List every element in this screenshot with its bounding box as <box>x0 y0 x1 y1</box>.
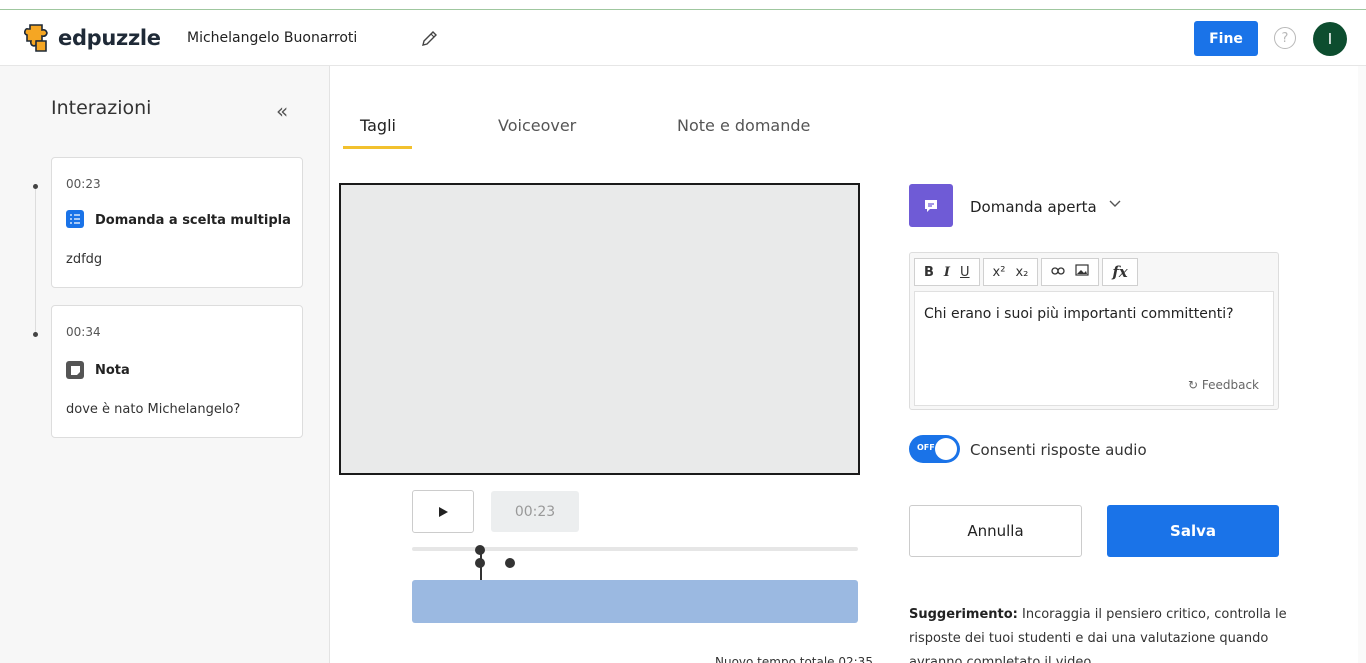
editor-toolbar: B I U x² x₂ fx <box>914 258 1141 286</box>
user-avatar[interactable]: I <box>1313 22 1347 56</box>
interaction-description: zdfdg <box>66 252 103 267</box>
pencil-edit-icon[interactable] <box>419 29 439 49</box>
toggle-state-label: OFF <box>917 443 935 452</box>
italic-button[interactable]: I <box>944 265 950 280</box>
finish-button[interactable]: Fine <box>1194 21 1258 56</box>
total-time-label: Nuovo tempo totale 02:35 <box>715 655 873 663</box>
audio-responses-label: Consenti risposte audio <box>970 441 1147 459</box>
bold-button[interactable]: B <box>924 265 934 280</box>
interaction-card[interactable]: 00:34 Nota dove è nato Michelangelo? <box>51 305 303 438</box>
puzzle-logo-icon <box>24 24 48 52</box>
image-icon[interactable] <box>1075 264 1089 280</box>
tab-tagli[interactable]: Tagli <box>360 116 396 135</box>
question-text-area[interactable]: Chi erano i suoi più importanti committe… <box>914 291 1274 406</box>
video-title: Michelangelo Buonarroti <box>187 30 358 46</box>
interaction-card[interactable]: 00:23 Domanda a scelta multipla zdfdg <box>51 157 303 288</box>
toggle-knob <box>935 438 957 460</box>
page-scrollbar[interactable] <box>1358 66 1366 663</box>
save-button[interactable]: Salva <box>1107 505 1279 557</box>
tip-text: Suggerimento: Incoraggia il pensiero cri… <box>909 603 1289 663</box>
current-time-display: 00:23 <box>491 491 579 532</box>
underline-button[interactable]: U <box>960 265 970 280</box>
question-type-label[interactable]: Domanda aperta <box>970 198 1097 216</box>
window-top-border <box>0 0 1366 10</box>
interaction-description: dove è nato Michelangelo? <box>66 402 241 417</box>
play-icon <box>439 506 448 517</box>
feedback-link[interactable]: ↻ Feedback <box>1188 378 1259 392</box>
play-button[interactable] <box>412 490 474 533</box>
interaction-type-label: Domanda a scelta multipla <box>95 213 291 228</box>
formula-group: fx <box>1102 258 1138 286</box>
video-preview[interactable] <box>339 183 860 475</box>
tip-title: Suggerimento: <box>909 607 1018 622</box>
interaction-marker[interactable] <box>505 558 515 568</box>
feedback-label: Feedback <box>1201 378 1259 392</box>
interaction-type-label: Nota <box>95 363 130 378</box>
script-group: x² x₂ <box>982 258 1039 286</box>
interactions-sidebar: Interazioni « 00:23 Domanda a scelta mul… <box>0 66 330 663</box>
timeline-line <box>35 184 36 334</box>
active-tab-indicator <box>343 146 412 149</box>
subscript-button[interactable]: x₂ <box>1015 265 1028 280</box>
question-editor: B I U x² x₂ fx Chi erano i suoi più impo… <box>909 252 1279 410</box>
refresh-icon: ↻ <box>1187 378 1199 392</box>
formula-button[interactable]: fx <box>1112 263 1127 281</box>
tab-voiceover[interactable]: Voiceover <box>498 116 576 135</box>
chevron-down-icon[interactable] <box>1108 197 1122 213</box>
interaction-time: 00:34 <box>66 325 101 339</box>
note-icon <box>66 361 84 379</box>
help-icon[interactable]: ? <box>1274 27 1296 49</box>
link-icon[interactable] <box>1051 265 1065 280</box>
cancel-button[interactable]: Annulla <box>909 505 1082 557</box>
video-cut-range[interactable] <box>412 580 858 623</box>
collapse-sidebar-icon[interactable]: « <box>276 99 288 123</box>
format-group: B I U <box>914 258 980 286</box>
edpuzzle-logo[interactable]: edpuzzle <box>24 22 161 54</box>
timeline-dot <box>33 184 38 189</box>
header: edpuzzle Michelangelo Buonarroti Fine ? … <box>0 10 1366 66</box>
multiple-choice-icon <box>66 210 84 228</box>
question-text: Chi erano i suoi più importanti committe… <box>924 306 1234 322</box>
audio-responses-toggle[interactable]: OFF <box>909 435 960 463</box>
open-question-icon <box>909 184 953 227</box>
media-group <box>1041 258 1100 286</box>
timeline-dot <box>33 332 38 337</box>
interaction-time: 00:23 <box>66 177 101 191</box>
superscript-button[interactable]: x² <box>993 265 1006 280</box>
brand-name: edpuzzle <box>58 26 161 50</box>
tab-note-e-domande[interactable]: Note e domande <box>677 116 810 135</box>
sidebar-title: Interazioni <box>51 97 152 119</box>
